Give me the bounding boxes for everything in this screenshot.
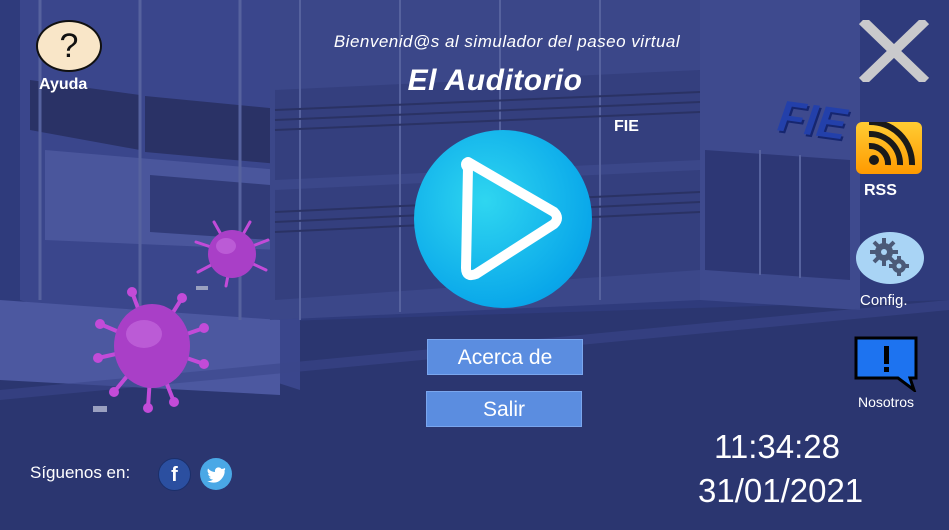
welcome-text: Bienvenid@s al simulador del paseo virtu… bbox=[333, 32, 681, 51]
play-icon bbox=[461, 157, 562, 281]
question-icon: ? bbox=[59, 27, 79, 65]
fie-label: FIE bbox=[614, 118, 639, 135]
clock-date: 31/01/2021 bbox=[698, 472, 864, 509]
about-us-label: Nosotros bbox=[858, 394, 915, 410]
config-label: Config. bbox=[860, 292, 908, 309]
exit-button[interactable]: Salir bbox=[426, 391, 582, 427]
about-us-button[interactable] bbox=[854, 336, 920, 395]
rss-button[interactable] bbox=[856, 118, 922, 174]
play-button[interactable] bbox=[414, 130, 592, 308]
page-title: El Auditorio bbox=[407, 64, 583, 97]
help-label: Ayuda bbox=[39, 76, 88, 93]
rss-icon bbox=[868, 118, 916, 166]
config-button[interactable] bbox=[856, 232, 924, 284]
about-button[interactable]: Acerca de bbox=[427, 339, 583, 375]
speech-alert-icon bbox=[854, 336, 918, 395]
gear-icon bbox=[870, 238, 909, 276]
virus-small-icon bbox=[194, 220, 270, 288]
close-icon bbox=[858, 16, 930, 86]
facebook-icon: f bbox=[171, 464, 178, 486]
twitter-icon bbox=[207, 467, 226, 483]
close-button[interactable] bbox=[858, 16, 930, 86]
twitter-button[interactable] bbox=[200, 458, 232, 490]
clock-time: 11:34:28 bbox=[714, 428, 841, 465]
follow-label: Síguenos en: bbox=[30, 463, 131, 482]
fie-logo: FIE bbox=[774, 91, 850, 150]
facebook-button[interactable]: f bbox=[158, 458, 191, 491]
rss-label: RSS bbox=[864, 182, 897, 199]
virus-large-icon bbox=[93, 287, 209, 413]
help-button[interactable]: ? bbox=[36, 20, 102, 72]
